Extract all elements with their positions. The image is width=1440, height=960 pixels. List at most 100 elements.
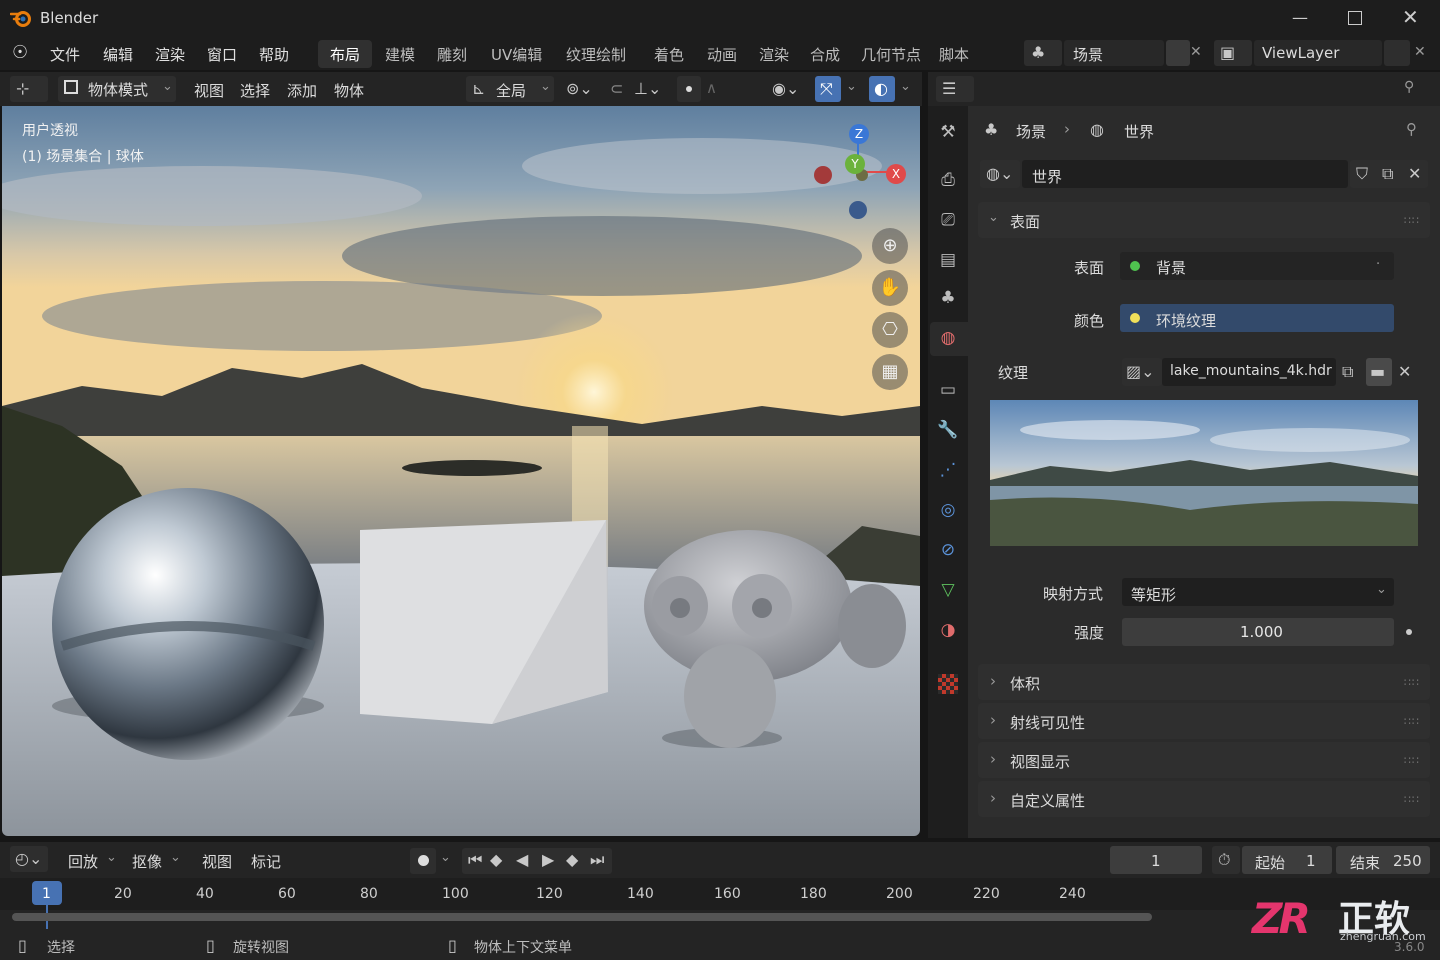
snap-target-icon[interactable]: ⊥⌄ bbox=[634, 79, 661, 98]
scene-close-icon[interactable]: ✕ bbox=[1190, 44, 1202, 60]
editor-type-icon: ⊹ bbox=[16, 79, 30, 98]
timeline-menu-view[interactable]: 视图 bbox=[202, 851, 232, 872]
viewlayer-name: ViewLayer bbox=[1262, 44, 1340, 62]
tab-shading[interactable]: 着色 bbox=[654, 44, 684, 65]
viewport-menu-add[interactable]: 添加 bbox=[287, 80, 317, 101]
camera-view-icon[interactable]: ⎔ bbox=[872, 312, 908, 348]
3d-viewport[interactable]: 用户透视 (1) 场景集合 | 球体 bbox=[2, 106, 920, 836]
view-layer-tab-icon[interactable]: ▤ bbox=[936, 250, 960, 274]
surface-section-header[interactable] bbox=[978, 202, 1430, 238]
timeline-scrollbar[interactable] bbox=[12, 913, 1152, 921]
tab-scripting[interactable]: 脚本 bbox=[939, 44, 969, 65]
render-tab-icon[interactable]: ⎙ bbox=[936, 170, 960, 194]
drag-handle-icon[interactable]: ∷∷ bbox=[1404, 754, 1420, 767]
drag-handle-icon[interactable]: ∷∷ bbox=[1404, 214, 1420, 227]
chevron-down-icon[interactable]: ⌄ bbox=[846, 79, 857, 94]
physics-tab-icon[interactable]: ◎ bbox=[936, 500, 960, 524]
surface-section-title: 表面 bbox=[1010, 213, 1041, 231]
tab-layout[interactable]: 布局 bbox=[330, 44, 360, 65]
constraints-tab-icon[interactable]: ⊘ bbox=[936, 540, 960, 564]
frame-tick: 140 bbox=[627, 886, 654, 902]
collection-tab-icon[interactable]: ▭ bbox=[936, 380, 960, 404]
particles-tab-icon[interactable]: ⋰ bbox=[936, 460, 960, 484]
breadcrumb-scene[interactable]: 场景 bbox=[1016, 121, 1046, 142]
timeline-menu-playback[interactable]: 回放 bbox=[68, 851, 98, 872]
output-tab-icon[interactable]: ⎚ bbox=[936, 210, 960, 234]
viewport-menu-object[interactable]: 物体 bbox=[334, 80, 364, 101]
jump-end-icon[interactable]: ⏭ bbox=[590, 850, 604, 870]
drag-handle-icon[interactable]: ∷∷ bbox=[1404, 793, 1420, 806]
snap-icon[interactable]: ⊂ bbox=[610, 79, 623, 98]
frame-tick: 100 bbox=[442, 886, 469, 902]
viewport-menu-view[interactable]: 视图 bbox=[194, 80, 224, 101]
pivot-point-icon[interactable]: ⊚⌄ bbox=[566, 79, 593, 98]
menu-file[interactable]: 文件 bbox=[50, 44, 80, 65]
drag-handle-icon[interactable]: ∷∷ bbox=[1404, 676, 1420, 689]
unlink-close-icon[interactable]: ✕ bbox=[1408, 164, 1421, 183]
viewport-display-section-title: 视图显示 bbox=[1010, 753, 1071, 771]
chevron-down-icon[interactable]: ⌄ bbox=[900, 79, 911, 94]
menu-edit[interactable]: 编辑 bbox=[103, 44, 133, 65]
texture-tab-icon[interactable] bbox=[938, 674, 958, 694]
breadcrumb-world[interactable]: 世界 bbox=[1124, 121, 1154, 142]
world-name-field[interactable] bbox=[1022, 160, 1348, 188]
gizmo-x-axis[interactable]: X bbox=[886, 164, 906, 184]
pan-hand-icon[interactable]: ✋ bbox=[872, 270, 908, 306]
frame-tick: 80 bbox=[360, 886, 378, 902]
fake-user-shield-icon[interactable]: ⛉ bbox=[1356, 164, 1368, 184]
ortho-grid-icon[interactable]: ▦ bbox=[872, 354, 908, 390]
unlink-close-icon[interactable]: ✕ bbox=[1398, 362, 1411, 381]
drag-handle-icon[interactable]: ∷∷ bbox=[1404, 715, 1420, 728]
modifier-tab-icon[interactable]: 🔧 bbox=[936, 420, 960, 444]
chevron-down-icon: ⌄ bbox=[988, 210, 999, 225]
close-window-button[interactable]: ✕ bbox=[1402, 5, 1419, 29]
new-image-icon[interactable]: ⧉ bbox=[1342, 362, 1353, 382]
end-value: 250 bbox=[1393, 852, 1422, 870]
scene-new-button[interactable] bbox=[1166, 40, 1190, 66]
tab-animation[interactable]: 动画 bbox=[707, 44, 737, 65]
tab-sculpting[interactable]: 雕刻 bbox=[437, 44, 467, 65]
tool-tab-icon[interactable]: ⚒ bbox=[936, 122, 960, 146]
world-tab-icon[interactable]: ◍ bbox=[936, 328, 960, 352]
zoom-icon[interactable]: ⊕ bbox=[872, 228, 908, 264]
scene-icon: ♣ bbox=[1031, 43, 1046, 62]
volume-section-header[interactable] bbox=[978, 664, 1430, 700]
chevron-down-icon[interactable]: ⌄ bbox=[440, 850, 451, 865]
material-tab-icon[interactable]: ◑ bbox=[936, 620, 960, 644]
viewlayer-new-button[interactable] bbox=[1384, 40, 1410, 66]
surface-value: 背景 bbox=[1156, 259, 1187, 277]
falloff-icon[interactable]: ∧ bbox=[706, 79, 717, 97]
menu-window[interactable]: 窗口 bbox=[207, 44, 237, 65]
duplicate-icon[interactable]: ⧉ bbox=[1382, 164, 1393, 184]
timeline-menu-keying[interactable]: 抠像 bbox=[132, 851, 162, 872]
prev-keyframe-icon[interactable]: ◆ bbox=[490, 850, 502, 869]
tab-modeling[interactable]: 建模 bbox=[385, 44, 415, 65]
pin-icon[interactable]: ⚲ bbox=[1404, 79, 1414, 95]
gizmo-y-axis[interactable]: Y bbox=[845, 154, 865, 174]
tab-compositing[interactable]: 合成 bbox=[810, 44, 840, 65]
play-icon[interactable]: ▶ bbox=[542, 850, 554, 869]
visibility-eye-icon[interactable]: ◉⌄ bbox=[772, 79, 799, 98]
timeline-menu-marker[interactable]: 标记 bbox=[251, 851, 281, 872]
pin-icon[interactable]: ⚲ bbox=[1406, 120, 1417, 138]
play-reverse-icon[interactable]: ◀ bbox=[516, 850, 528, 869]
object-data-tab-icon[interactable]: ▽ bbox=[936, 580, 960, 604]
menu-help[interactable]: 帮助 bbox=[259, 44, 289, 65]
viewlayer-close-icon[interactable]: ✕ bbox=[1414, 44, 1426, 60]
tab-geometry-nodes[interactable]: 几何节点 bbox=[861, 44, 921, 65]
minimize-button[interactable]: — bbox=[1292, 8, 1308, 27]
projection-label: 映射方式 bbox=[1043, 585, 1104, 603]
scene-tab-icon[interactable]: ♣ bbox=[936, 288, 960, 312]
maximize-button[interactable] bbox=[1348, 11, 1362, 25]
gizmo-z-axis[interactable]: Z bbox=[849, 124, 869, 144]
tab-rendering[interactable]: 渲染 bbox=[759, 44, 789, 65]
blender-menu-icon[interactable]: ☉ bbox=[12, 42, 28, 63]
jump-start-icon[interactable]: ⏮ bbox=[468, 850, 482, 870]
next-keyframe-icon[interactable]: ◆ bbox=[566, 850, 578, 869]
viewport-menu-select[interactable]: 选择 bbox=[240, 80, 270, 101]
tab-texture-paint[interactable]: 纹理绘制 bbox=[566, 44, 626, 65]
menu-render[interactable]: 渲染 bbox=[155, 44, 185, 65]
keyframe-dot-icon[interactable] bbox=[1406, 629, 1412, 635]
start-label: 起始 bbox=[1255, 854, 1286, 872]
tab-uv-editing[interactable]: UV编辑 bbox=[491, 44, 542, 65]
